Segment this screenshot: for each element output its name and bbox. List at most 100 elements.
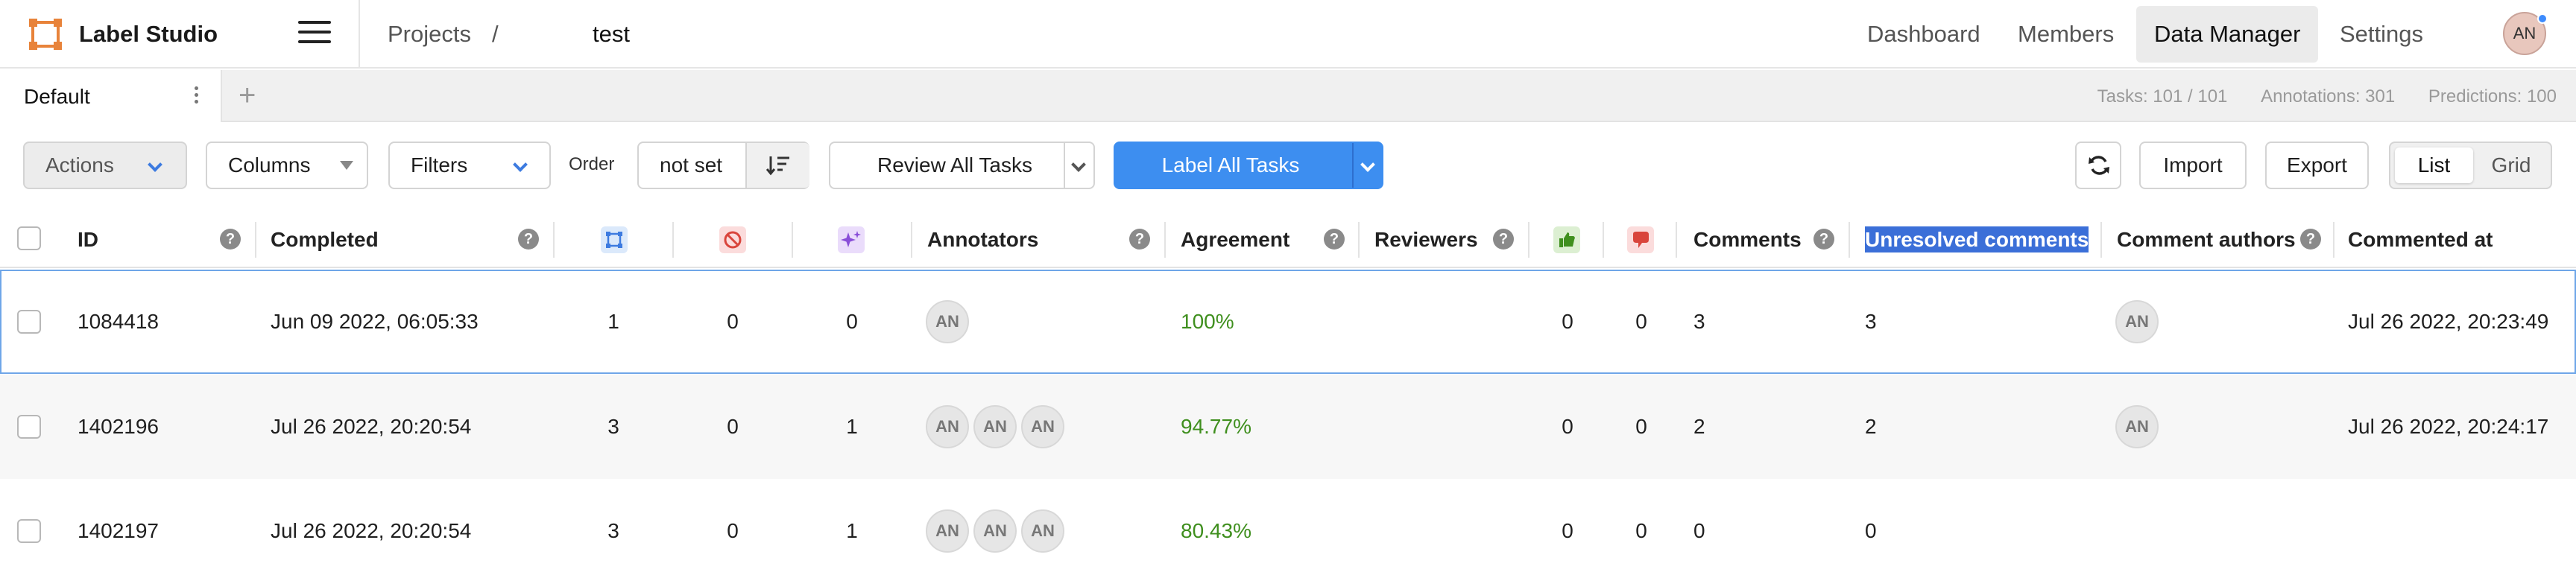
comment-author-avatar[interactable]: AN bbox=[2115, 405, 2159, 448]
cell-commented-at: Jul 26 2022, 20:23:49 bbox=[2348, 310, 2549, 333]
column-header-unresolved-comments[interactable]: Unresolved comments bbox=[1865, 226, 2089, 252]
help-icon[interactable]: ? bbox=[220, 229, 241, 250]
more-vertical-icon[interactable] bbox=[191, 86, 201, 107]
view-grid-option[interactable]: Grid bbox=[2475, 147, 2548, 183]
nav-data-manager[interactable]: Data Manager bbox=[2136, 6, 2319, 63]
annotator-avatar[interactable]: AN bbox=[926, 509, 969, 553]
cell-cancelled: 0 bbox=[727, 519, 739, 542]
thumbs-down-icon[interactable] bbox=[1627, 226, 1654, 253]
select-all-checkbox[interactable] bbox=[17, 226, 41, 250]
tab-default[interactable]: Default bbox=[0, 70, 222, 122]
column-divider bbox=[1676, 222, 1677, 258]
sort-icon bbox=[766, 156, 789, 176]
review-dropdown-toggle[interactable] bbox=[1064, 143, 1093, 188]
predictions-icon[interactable] bbox=[838, 226, 865, 253]
column-header-id[interactable]: ID bbox=[78, 228, 98, 252]
cell-comments: 0 bbox=[1693, 519, 1705, 542]
row-checkbox[interactable] bbox=[17, 310, 41, 334]
cell-accepted: 0 bbox=[1562, 310, 1573, 333]
order-label: Order bbox=[569, 154, 615, 174]
nav-settings[interactable]: Settings bbox=[2322, 6, 2441, 63]
column-divider bbox=[1528, 222, 1530, 258]
nav-dashboard[interactable]: Dashboard bbox=[1849, 6, 1998, 63]
columns-dropdown[interactable]: Columns bbox=[206, 142, 368, 189]
help-icon[interactable]: ? bbox=[518, 229, 539, 250]
columns-label: Columns bbox=[228, 153, 311, 177]
column-header-annotators[interactable]: Annotators bbox=[927, 228, 1038, 252]
import-button[interactable]: Import bbox=[2139, 142, 2247, 189]
cell-rejected: 0 bbox=[1635, 519, 1647, 542]
annotator-avatar[interactable]: AN bbox=[973, 509, 1017, 553]
column-header-reviewers[interactable]: Reviewers bbox=[1374, 228, 1478, 252]
column-divider bbox=[672, 222, 674, 258]
cell-agreement: 80.43% bbox=[1181, 519, 1251, 542]
actions-dropdown[interactable]: Actions bbox=[23, 142, 187, 189]
label-all-tasks-button[interactable]: Label All Tasks bbox=[1114, 142, 1383, 189]
column-header-commented-at[interactable]: Commented at bbox=[2348, 228, 2493, 252]
annotator-avatar[interactable]: AN bbox=[926, 300, 969, 343]
add-tab-button[interactable]: + bbox=[239, 79, 256, 112]
column-header-comments[interactable]: Comments bbox=[1693, 228, 1802, 252]
thumbs-up-icon[interactable] bbox=[1553, 226, 1580, 253]
order-selector[interactable]: not set bbox=[637, 142, 809, 189]
help-icon[interactable]: ? bbox=[1129, 229, 1150, 250]
help-icon[interactable]: ? bbox=[1324, 229, 1345, 250]
cell-cancelled: 0 bbox=[727, 310, 739, 333]
export-button[interactable]: Export bbox=[2265, 142, 2369, 189]
view-list-option[interactable]: List bbox=[2395, 147, 2473, 183]
row-checkbox[interactable] bbox=[17, 519, 41, 543]
annotator-avatar[interactable]: AN bbox=[973, 405, 1017, 448]
column-header-comment-authors[interactable]: Comment authors bbox=[2117, 228, 2296, 252]
sort-direction-button[interactable] bbox=[745, 143, 809, 188]
cell-id: 1084418 bbox=[78, 310, 160, 333]
chevron-down-icon bbox=[1071, 157, 1086, 172]
cell-id: 1402197 bbox=[78, 519, 160, 542]
annotator-avatar[interactable]: AN bbox=[1021, 509, 1064, 553]
view-tabs-bar: Default + Tasks: 101 / 101 Annotations: … bbox=[0, 70, 2576, 122]
refresh-icon bbox=[2089, 156, 2109, 175]
cancelled-icon[interactable] bbox=[719, 226, 746, 253]
cell-unresolved: 2 bbox=[1865, 415, 1877, 438]
refresh-button[interactable] bbox=[2075, 142, 2121, 189]
column-divider bbox=[553, 222, 555, 258]
table-row[interactable]: 1084418 Jun 09 2022, 06:05:33 1 0 0 AN 1… bbox=[0, 270, 2576, 374]
divider bbox=[359, 0, 360, 69]
annotator-avatar[interactable]: AN bbox=[926, 405, 969, 448]
breadcrumb-current-project[interactable]: test bbox=[593, 21, 630, 48]
chevron-down-icon bbox=[1360, 157, 1375, 172]
tasks-count: Tasks: 101 / 101 bbox=[2097, 86, 2228, 107]
label-dropdown-toggle[interactable] bbox=[1352, 143, 1382, 188]
actions-label: Actions bbox=[45, 153, 114, 177]
column-divider bbox=[1849, 222, 1850, 258]
table-row[interactable]: 1402196 Jul 26 2022, 20:20:54 3 0 1 AN A… bbox=[0, 375, 2576, 479]
row-checkbox[interactable] bbox=[17, 415, 41, 439]
comment-author-avatar[interactable]: AN bbox=[2115, 300, 2159, 343]
label-studio-logo-icon[interactable] bbox=[28, 18, 63, 51]
cell-completed: Jul 26 2022, 20:20:54 bbox=[271, 519, 472, 542]
breadcrumb-separator: / bbox=[492, 21, 499, 47]
filters-label: Filters bbox=[411, 153, 468, 177]
filters-dropdown[interactable]: Filters bbox=[388, 142, 551, 189]
view-toggle: List Grid bbox=[2389, 142, 2552, 189]
column-header-completed[interactable]: Completed bbox=[271, 228, 379, 252]
breadcrumb-projects[interactable]: Projects bbox=[388, 21, 471, 48]
review-all-tasks-button[interactable]: Review All Tasks bbox=[829, 142, 1095, 189]
table-row[interactable]: 1402197 Jul 26 2022, 20:20:54 3 0 1 AN A… bbox=[0, 479, 2576, 575]
import-label: Import bbox=[2163, 153, 2223, 177]
caret-down-icon bbox=[340, 161, 353, 170]
annotations-count: Annotations: 301 bbox=[2261, 86, 2396, 107]
cell-rejected: 0 bbox=[1635, 415, 1647, 438]
notification-dot bbox=[2537, 13, 2548, 24]
column-header-agreement[interactable]: Agreement bbox=[1181, 228, 1289, 252]
cell-predictions: 1 bbox=[846, 519, 858, 542]
nav-members[interactable]: Members bbox=[2000, 6, 2132, 63]
annotator-avatar[interactable]: AN bbox=[1021, 405, 1064, 448]
hamburger-menu-icon[interactable] bbox=[298, 21, 331, 48]
help-icon[interactable]: ? bbox=[1493, 229, 1514, 250]
annotations-count-icon[interactable] bbox=[601, 226, 628, 253]
cell-agreement: 100% bbox=[1181, 310, 1234, 333]
help-icon[interactable]: ? bbox=[1813, 229, 1834, 250]
help-icon[interactable]: ? bbox=[2300, 229, 2321, 250]
label-all-label: Label All Tasks bbox=[1161, 153, 1300, 177]
cell-unresolved: 3 bbox=[1865, 310, 1877, 333]
